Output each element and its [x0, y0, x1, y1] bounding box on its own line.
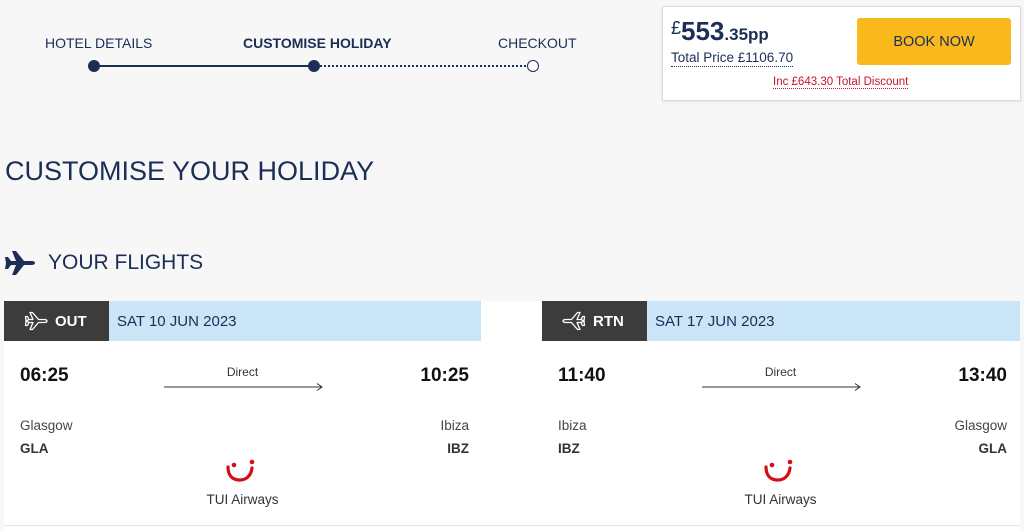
step-checkout: CHECKOUT [498, 35, 577, 51]
progress-track-pending [313, 65, 533, 67]
book-now-button[interactable]: BOOK NOW [857, 18, 1011, 65]
price-decimal: .35pp [724, 25, 769, 44]
outbound-badge: OUT [4, 301, 109, 341]
outbound-stops: Direct [226, 365, 259, 379]
return-departure-city: Ibiza [558, 418, 587, 433]
price-summary: £553.35pp Total Price £1106.70 Inc £643.… [662, 6, 1021, 101]
outbound-header: OUT SAT 10 JUN 2023 [4, 301, 481, 341]
outbound-arrival-code: IBZ [447, 441, 469, 456]
step-dot-hotel-details [88, 60, 100, 72]
page-title: CUSTOMISE YOUR HOLIDAY [5, 156, 375, 186]
return-airline: TUI Airways [744, 492, 817, 507]
return-departure-code: IBZ [558, 441, 580, 456]
step-customise-holiday: CUSTOMISE HOLIDAY [243, 35, 392, 51]
outbound-badge-label: OUT [55, 312, 87, 330]
arrow-right-icon [702, 383, 861, 391]
progress-track-complete [93, 65, 313, 67]
plane-outline-icon [24, 311, 48, 331]
outbound-departure-city: Glasgow [20, 418, 73, 433]
arrow-right-icon [164, 383, 323, 391]
return-stops: Direct [764, 365, 797, 379]
flights-section-title: YOUR FLIGHTS [48, 251, 204, 274]
step-dot-checkout [527, 60, 539, 72]
return-badge-label: RTN [593, 312, 624, 330]
outbound-arrival-time: 10:25 [420, 365, 469, 386]
plane-icon [5, 251, 35, 275]
tui-logo-icon [226, 459, 255, 482]
plane-outline-return-icon [562, 311, 586, 331]
step-hotel-details[interactable]: HOTEL DETAILS [45, 35, 152, 51]
flights-section-heading: YOUR FLIGHTS [4, 248, 203, 278]
tui-logo-icon [764, 459, 793, 482]
progress-stepper: HOTEL DETAILS CUSTOMISE HOLIDAY CHECKOUT [0, 0, 640, 90]
outbound-arrival-city: Ibiza [440, 418, 469, 433]
return-arrival-city: Glasgow [954, 418, 1007, 433]
return-arrival-code: GLA [978, 441, 1008, 456]
total-discount[interactable]: Inc £643.30 Total Discount [773, 76, 909, 89]
price-currency: £ [671, 18, 682, 38]
return-leg: 11:40 Direct 13:40 Ibiza IBZ Glasgow GLA… [542, 341, 1019, 531]
card-divider [4, 525, 1020, 526]
return-badge: RTN [542, 301, 647, 341]
outbound-departure-time: 06:25 [20, 365, 69, 386]
total-price[interactable]: Total Price £1106.70 [671, 50, 794, 67]
outbound-leg: 06:25 Direct 10:25 Glasgow GLA Ibiza IBZ… [4, 341, 481, 531]
header-gap [481, 301, 542, 341]
return-arrival-time: 13:40 [958, 365, 1007, 386]
return-header: RTN SAT 17 JUN 2023 [542, 301, 1020, 341]
outbound-date: SAT 10 JUN 2023 [117, 312, 237, 330]
step-dot-customise-holiday [308, 60, 320, 72]
flights-card: OUT SAT 10 JUN 2023 RTN SAT 17 JUN 2023 … [4, 301, 1020, 531]
price-integer: 553 [681, 16, 725, 46]
outbound-airline: TUI Airways [206, 492, 279, 507]
return-date: SAT 17 JUN 2023 [655, 312, 775, 330]
outbound-departure-code: GLA [20, 441, 49, 456]
price-per-person: £553.35pp [671, 16, 769, 47]
return-departure-time: 11:40 [558, 365, 606, 386]
